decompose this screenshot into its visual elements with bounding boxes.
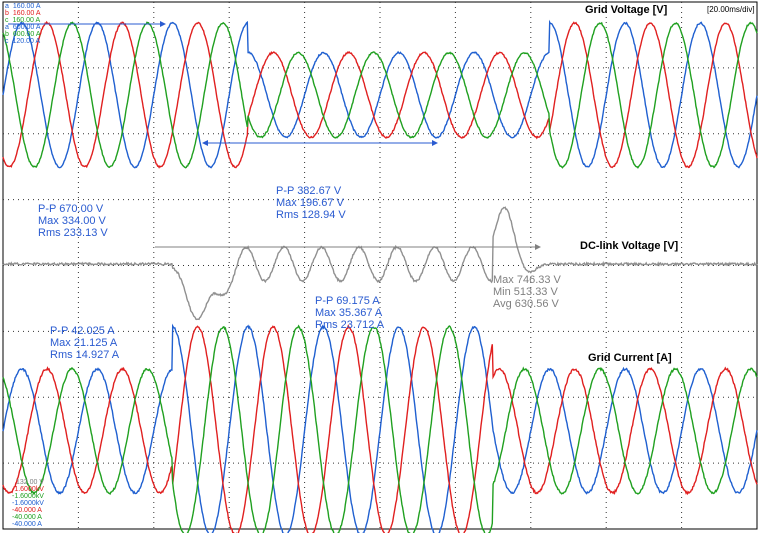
gv-meas-1-line-0: P-P 670.00 V	[38, 203, 104, 215]
gv-meas-2-line-1: Max 196.67 V	[276, 197, 345, 209]
gv-meas-1-line-2: Rms 233.13 V	[38, 227, 108, 239]
scale-bottom-6: -40.000 A	[12, 521, 42, 528]
scale-bottom: 132.00 V -1.6000kV -1.6000kV -1.6000kV -…	[12, 479, 44, 528]
grid-voltage-title: Grid Voltage [V]	[585, 4, 668, 16]
gc-meas-2-line-0: P-P 69.175 A	[315, 295, 380, 307]
dc-meas: Max 746.33 V Min 513.33 V Avg 630.56 V	[493, 274, 562, 310]
scale-bottom-1: -1.6000kV	[12, 486, 44, 493]
dc-link-title: DC-link Voltage [V]	[580, 240, 679, 252]
gv-meas-1-line-1: Max 334.00 V	[38, 215, 107, 227]
dc-meas-line-1: Min 513.33 V	[493, 286, 558, 298]
gv-meas-2: P-P 382.67 V Max 196.67 V Rms 128.94 V	[276, 185, 346, 221]
gv-meas-1: P-P 670.00 V Max 334.00 V Rms 233.13 V	[38, 203, 108, 239]
timebase-label: [20.00ms/div]	[707, 5, 755, 14]
dc-meas-line-0: Max 746.33 V	[493, 274, 562, 286]
gv-meas-2-line-0: P-P 382.67 V	[276, 185, 342, 197]
gc-meas-1-line-2: Rms 14.927 A	[50, 349, 120, 361]
gc-meas-1: P-P 42.025 A Max 21.125 A Rms 14.927 A	[50, 325, 120, 361]
grid-current-title: Grid Current [A]	[588, 352, 672, 364]
gc-meas-1-line-1: Max 21.125 A	[50, 337, 118, 349]
gc-meas-2-line-2: Rms 23.712 A	[315, 319, 385, 331]
gc-meas-2-line-1: Max 35.367 A	[315, 307, 383, 319]
scale-bottom-0: 132.00 V	[16, 479, 44, 486]
scale-bottom-5: -40.000 A	[12, 514, 42, 521]
gv-meas-2-line-2: Rms 128.94 V	[276, 209, 346, 221]
dc-meas-line-2: Avg 630.56 V	[493, 298, 560, 310]
oscilloscope-screen: [20.00ms/div] Grid Voltage [V] DC-link V…	[2, 1, 758, 533]
gc-meas-2: P-P 69.175 A Max 35.367 A Rms 23.712 A	[315, 295, 385, 331]
scale-bottom-3: -1.6000kV	[12, 500, 44, 507]
scale-bottom-2: -1.6000kV	[12, 493, 44, 500]
scale-bottom-4: -40.000 A	[12, 507, 42, 514]
gc-meas-1-line-0: P-P 42.025 A	[50, 325, 115, 337]
